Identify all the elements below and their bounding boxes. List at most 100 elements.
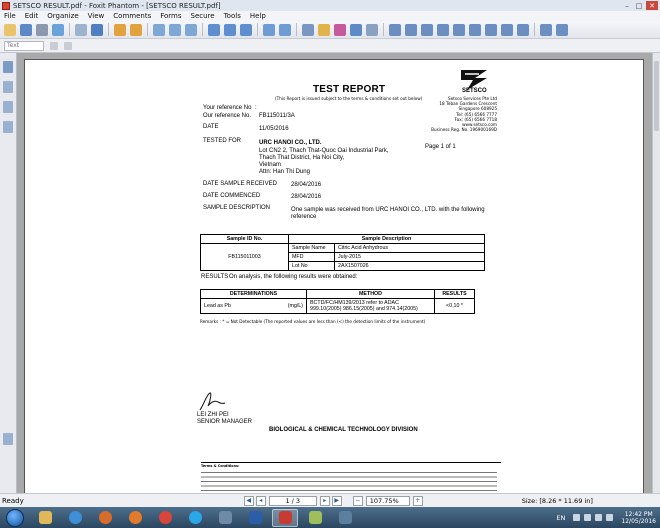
- attachments-panel-icon[interactable]: [3, 433, 13, 445]
- clock-date: 12/05/2016: [621, 517, 656, 525]
- previous-page-icon[interactable]: ◂: [255, 495, 266, 506]
- folder-icon: [38, 511, 52, 524]
- image-icon[interactable]: [405, 23, 417, 36]
- zoom-level-input[interactable]: 107.75%: [365, 495, 410, 506]
- first-page-icon[interactable]: ◀: [243, 495, 254, 506]
- select-text-icon[interactable]: [91, 23, 103, 36]
- highlight-icon[interactable]: [334, 23, 346, 36]
- link-icon[interactable]: [389, 23, 401, 36]
- hand-tool-icon[interactable]: [75, 23, 87, 36]
- taskbar-skype-button[interactable]: [182, 509, 208, 527]
- chrome-icon: [158, 511, 172, 524]
- foxit-icon: [278, 511, 292, 524]
- document-workspace[interactable]: TEST REPORT (This Report is issued subje…: [18, 53, 652, 493]
- sample-description-label: SAMPLE DESCRIPTION: [203, 205, 271, 211]
- oval-icon[interactable]: [485, 23, 497, 36]
- sample-field-label: MFD: [288, 252, 335, 262]
- foxit-app-icon[interactable]: [2, 1, 10, 10]
- division-name: BIOLOGICAL & CHEMICAL TECHNOLOGY DIVISIO…: [269, 427, 418, 433]
- fit-page-icon[interactable]: [169, 23, 181, 36]
- menu-forms[interactable]: Forms: [160, 12, 181, 20]
- zoom-out-icon[interactable]: [224, 23, 236, 36]
- menu-secure[interactable]: Secure: [191, 12, 215, 20]
- snapshot-icon[interactable]: [153, 23, 165, 36]
- back-arrow-icon[interactable]: [114, 23, 126, 36]
- area-icon[interactable]: [556, 23, 568, 36]
- menu-bar: File Edit Organize View Comments Forms S…: [0, 11, 660, 21]
- taskbar-media-button[interactable]: [92, 509, 118, 527]
- menu-organize[interactable]: Organize: [47, 12, 78, 20]
- tray-app-icon[interactable]: [584, 514, 592, 521]
- restore-button[interactable]: □: [634, 1, 644, 10]
- sample-id-header: Sample ID No.: [200, 234, 289, 244]
- stamp-icon[interactable]: [350, 23, 362, 36]
- language-indicator[interactable]: EN: [556, 514, 565, 522]
- menu-tools[interactable]: Tools: [224, 12, 241, 20]
- sample-field-value: 2AX1507026: [334, 261, 485, 271]
- network-status-icon[interactable]: [595, 514, 603, 521]
- bookmarks-panel-icon[interactable]: [3, 81, 13, 93]
- taskbar-paint-button[interactable]: [302, 509, 328, 527]
- save-icon[interactable]: [20, 23, 32, 36]
- table-row: Lead as Pb (mg/L) BCTD/FC/HM139/2013 ref…: [200, 298, 475, 314]
- date-value: 11/05/2016: [259, 126, 289, 132]
- menu-view[interactable]: View: [88, 12, 105, 20]
- signatory-title: SENIOR MANAGER: [197, 419, 253, 425]
- attach-icon[interactable]: [366, 23, 378, 36]
- start-button[interactable]: [6, 508, 24, 527]
- taskbar-word-button[interactable]: [242, 509, 268, 527]
- paint-icon: [308, 511, 322, 524]
- last-page-icon[interactable]: ▶: [331, 495, 342, 506]
- remarks: Remarks : * = Not Detectable (The report…: [200, 319, 426, 324]
- page-number-input[interactable]: 1 / 3: [268, 495, 317, 506]
- close-button[interactable]: ✕: [646, 1, 658, 10]
- font-color-icon[interactable]: [64, 41, 72, 50]
- menu-help[interactable]: Help: [250, 12, 266, 20]
- terms-divider: [201, 462, 501, 463]
- pencil-icon[interactable]: [437, 23, 449, 36]
- toolbar-divider: [534, 23, 535, 36]
- vertical-scrollbar[interactable]: [652, 53, 660, 493]
- print-icon[interactable]: [36, 23, 48, 36]
- zoom-in-icon[interactable]: [208, 23, 220, 36]
- taskbar-ie-button[interactable]: [62, 509, 88, 527]
- taskbar-firefox-button[interactable]: [122, 509, 148, 527]
- zoom-out-small-icon[interactable]: −: [352, 495, 363, 506]
- taskbar-foxit-button[interactable]: [272, 508, 298, 527]
- menu-comments[interactable]: Comments: [113, 12, 151, 20]
- zoom-in-small-icon[interactable]: +: [412, 495, 423, 506]
- next-page-icon[interactable]: ▸: [319, 495, 330, 506]
- note-icon[interactable]: [318, 23, 330, 36]
- scrollbar-thumb[interactable]: [654, 61, 659, 131]
- line-icon[interactable]: [453, 23, 465, 36]
- pages-panel-icon[interactable]: [3, 61, 13, 73]
- menu-edit[interactable]: Edit: [25, 12, 39, 20]
- email-icon[interactable]: [52, 23, 64, 36]
- minimize-button[interactable]: –: [622, 1, 632, 10]
- menu-file[interactable]: File: [4, 12, 16, 20]
- polygon-icon[interactable]: [501, 23, 513, 36]
- open-folder-icon[interactable]: [4, 23, 16, 36]
- zoom-icon[interactable]: [240, 23, 252, 36]
- font-input[interactable]: Text: [4, 40, 44, 51]
- tray-arrow-icon[interactable]: [573, 514, 581, 521]
- rotate-icon[interactable]: [263, 23, 275, 36]
- layers-panel-icon[interactable]: [3, 121, 13, 133]
- form-field-icon[interactable]: [421, 23, 433, 36]
- cloud-icon[interactable]: [517, 23, 529, 36]
- volume-icon[interactable]: [606, 514, 614, 521]
- comments-panel-icon[interactable]: [3, 101, 13, 113]
- taskbar-network-button[interactable]: [332, 509, 358, 527]
- taskbar-chrome-button[interactable]: [152, 509, 178, 527]
- font-size-icon[interactable]: [50, 41, 58, 50]
- forward-arrow-icon[interactable]: [130, 23, 142, 36]
- rotate-right-icon[interactable]: [279, 23, 291, 36]
- rectangle-icon[interactable]: [469, 23, 481, 36]
- fit-width-icon[interactable]: [185, 23, 197, 36]
- typewriter-icon[interactable]: [302, 23, 314, 36]
- toolbar-divider: [296, 23, 297, 36]
- taskbar-tool-button[interactable]: [212, 509, 238, 527]
- measure-icon[interactable]: [540, 23, 552, 36]
- taskbar-explorer-button[interactable]: [32, 509, 58, 527]
- clock[interactable]: 12:42 PM 12/05/2016: [621, 511, 656, 525]
